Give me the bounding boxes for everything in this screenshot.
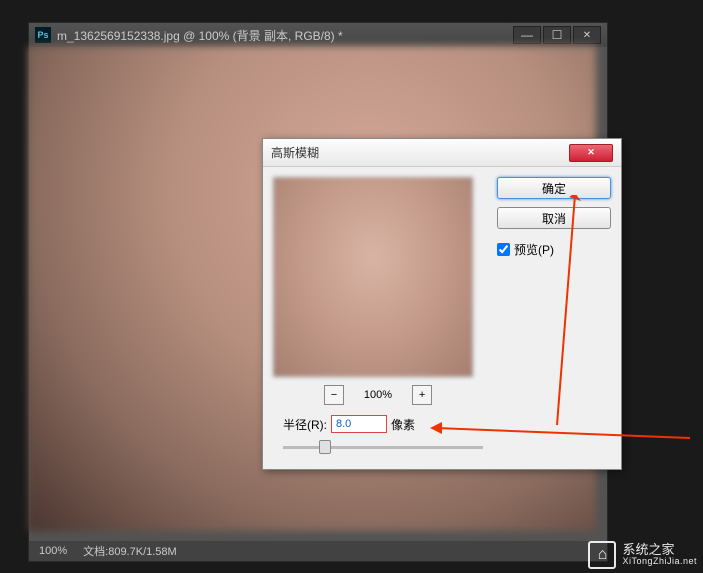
radius-unit: 像素 bbox=[391, 416, 415, 433]
minimize-button[interactable]: — bbox=[513, 26, 541, 44]
radius-input[interactable] bbox=[331, 415, 387, 433]
ps-icon: Ps bbox=[35, 27, 51, 43]
preview-image[interactable] bbox=[273, 177, 473, 377]
zoom-level[interactable]: 100% bbox=[39, 545, 67, 557]
radius-label: 半径(R): bbox=[283, 416, 327, 433]
dialog-titlebar[interactable]: 高斯模糊 ✕ bbox=[263, 139, 621, 167]
watermark-url: XiTongZhiJia.net bbox=[622, 557, 697, 567]
watermark-name: 系统之家 bbox=[622, 543, 697, 557]
radius-slider[interactable] bbox=[283, 439, 483, 455]
slider-thumb[interactable] bbox=[319, 440, 331, 454]
close-button[interactable]: ✕ bbox=[573, 26, 601, 44]
docinfo: 文档:809.7K/1.58M bbox=[83, 543, 177, 559]
maximize-button[interactable]: ☐ bbox=[543, 26, 571, 44]
preview-checkbox[interactable] bbox=[497, 243, 510, 256]
zoom-out-button[interactable]: − bbox=[324, 385, 344, 405]
gaussian-blur-dialog: 高斯模糊 ✕ − 100% + 确定 取消 预览(P) 半径(R): 像素 bbox=[262, 138, 622, 470]
dialog-close-button[interactable]: ✕ bbox=[569, 144, 613, 162]
watermark: ⌂ 系统之家 XiTongZhiJia.net bbox=[588, 541, 697, 569]
zoom-value: 100% bbox=[364, 389, 392, 401]
watermark-logo-icon: ⌂ bbox=[588, 541, 616, 569]
cancel-button[interactable]: 取消 bbox=[497, 207, 611, 229]
window-title: m_1362569152338.jpg @ 100% (背景 副本, RGB/8… bbox=[57, 27, 513, 44]
dialog-title: 高斯模糊 bbox=[271, 144, 569, 161]
preview-label: 预览(P) bbox=[514, 241, 554, 258]
titlebar[interactable]: Ps m_1362569152338.jpg @ 100% (背景 副本, RG… bbox=[29, 23, 607, 47]
zoom-in-button[interactable]: + bbox=[412, 385, 432, 405]
ok-button[interactable]: 确定 bbox=[497, 177, 611, 199]
statusbar: 100% 文档:809.7K/1.58M bbox=[29, 541, 607, 561]
